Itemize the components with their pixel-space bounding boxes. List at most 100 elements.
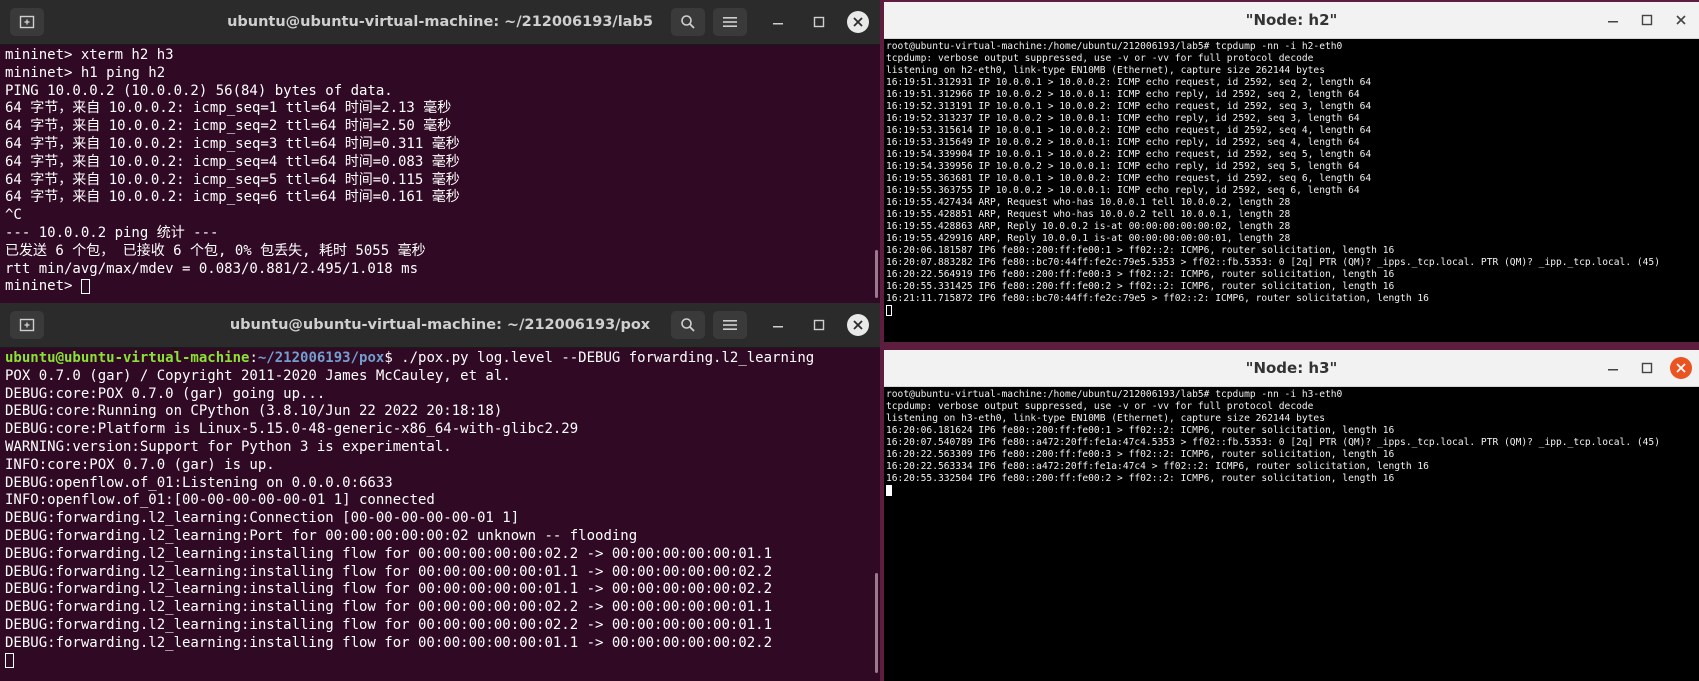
text-cursor [5, 653, 14, 669]
tcpdump-line: 16:20:06.181587 IP6 fe80::200:ff:fe00:1 … [886, 245, 1395, 256]
shell-command-line: ubuntu@ubuntu-virtual-machine:~/21200619… [5, 350, 875, 368]
output-line: 64 字节，来自 10.0.0.2: icmp_seq=2 ttl=64 时间=… [5, 118, 452, 135]
output-line: rtt min/avg/max/mdev = 0.083/0.881/2.495… [5, 260, 419, 277]
window-title: "Node: h3" [1245, 359, 1338, 377]
log-line: DEBUG:core:Running on CPython (3.8.10/Ju… [5, 403, 503, 420]
close-icon[interactable] [1670, 357, 1692, 379]
terminal-window-lab5[interactable]: ubuntu@ubuntu-virtual-machine: ~/2120061… [0, 0, 880, 304]
tcpdump-line: 16:19:51.312931 IP 10.0.0.1 > 10.0.0.2: … [886, 77, 1372, 88]
output-line: 64 字节，来自 10.0.0.2: icmp_seq=4 ttl=64 时间=… [5, 153, 460, 170]
tcpdump-line: root@ubuntu-virtual-machine:/home/ubuntu… [886, 41, 1343, 52]
tcpdump-line: 16:19:53.315614 IP 10.0.0.1 > 10.0.0.2: … [886, 125, 1372, 136]
cursor-line[interactable] [5, 653, 875, 671]
command-text: $ ./pox.py log.level --DEBUG forwarding.… [384, 350, 815, 366]
tcpdump-line: 16:20:55.331425 IP6 fe80::200:ff:fe00:2 … [886, 281, 1395, 292]
log-line: DEBUG:forwarding.l2_learning:Port for 00… [5, 527, 638, 544]
text-cursor [80, 278, 90, 294]
output-line: 64 字节，来自 10.0.0.2: icmp_seq=5 ttl=64 时间=… [5, 171, 460, 188]
tcpdump-line: 16:20:06.181624 IP6 fe80::200:ff:fe00:1 … [886, 425, 1395, 436]
tcpdump-line: 16:20:07.883282 IP6 fe80::bc70:44ff:fe2c… [886, 257, 1660, 268]
window-title: ubuntu@ubuntu-virtual-machine: ~/2120061… [227, 14, 653, 30]
maximize-icon[interactable] [808, 11, 830, 33]
output-line: 64 字节，来自 10.0.0.2: icmp_seq=3 ttl=64 时间=… [5, 135, 460, 152]
log-line: DEBUG:forwarding.l2_learning:installing … [5, 581, 773, 598]
close-icon[interactable] [847, 314, 869, 336]
cursor-line[interactable] [886, 305, 1697, 317]
log-line: DEBUG:forwarding.l2_learning:Connection … [5, 510, 520, 527]
terminal-window-pox[interactable]: ubuntu@ubuntu-virtual-machine: ~/2120061… [0, 303, 880, 681]
tcpdump-line: 16:20:55.332504 IP6 fe80::200:ff:fe00:2 … [886, 473, 1395, 484]
search-icon[interactable] [671, 8, 705, 36]
mininet-prompt: mininet> [5, 278, 81, 295]
xterm-window-h3[interactable]: "Node: h3" root@ubuntu-virtual-machine:/… [884, 350, 1699, 681]
tcpdump-line: 16:19:55.428851 ARP, Request who-has 10.… [886, 209, 1291, 220]
output-line: mininet> xterm h2 h3 [5, 47, 174, 63]
tcpdump-line: 16:19:52.313191 IP 10.0.0.1 > 10.0.0.2: … [886, 101, 1372, 112]
log-line: INFO:openflow.of_01:[00-00-00-00-00-01 1… [5, 492, 435, 509]
log-line: DEBUG:core:Platform is Linux-5.15.0-48-g… [5, 421, 579, 438]
log-line: DEBUG:forwarding.l2_learning:installing … [5, 599, 773, 616]
tcpdump-line: 16:20:22.563334 IP6 fe80::a472:20ff:fe1a… [886, 461, 1429, 472]
prompt-separator: : [249, 350, 258, 366]
cursor-line[interactable] [886, 485, 1697, 497]
terminal-output[interactable]: ubuntu@ubuntu-virtual-machine:~/21200619… [0, 348, 880, 681]
xterm-output[interactable]: root@ubuntu-virtual-machine:/home/ubuntu… [884, 387, 1699, 681]
search-icon[interactable] [671, 311, 705, 339]
tcpdump-line: tcpdump: verbose output suppressed, use … [886, 401, 1314, 412]
tcpdump-line: 16:19:53.315649 IP 10.0.0.2 > 10.0.0.1: … [886, 137, 1360, 148]
maximize-icon[interactable] [808, 314, 830, 336]
log-line: DEBUG:core:POX 0.7.0 (gar) going up... [5, 385, 326, 402]
tcpdump-line: 16:19:54.339904 IP 10.0.0.1 > 10.0.0.2: … [886, 149, 1372, 160]
tcpdump-line: root@ubuntu-virtual-machine:/home/ubuntu… [886, 389, 1343, 400]
log-line: INFO:core:POX 0.7.0 (gar) is up. [5, 456, 275, 473]
tcpdump-line: 16:19:55.363681 IP 10.0.0.1 > 10.0.0.2: … [886, 173, 1372, 184]
log-line: POX 0.7.0 (gar) / Copyright 2011-2020 Ja… [5, 367, 511, 384]
minimize-icon[interactable] [1602, 9, 1624, 31]
minimize-icon[interactable] [767, 11, 789, 33]
output-line: mininet> h1 ping h2 [5, 64, 166, 81]
hamburger-menu-icon[interactable] [713, 311, 747, 339]
tcpdump-line: 16:19:54.339956 IP 10.0.0.2 > 10.0.0.1: … [886, 161, 1360, 172]
output-line: PING 10.0.0.2 (10.0.0.2) 56(84) bytes of… [5, 82, 393, 99]
log-line: DEBUG:forwarding.l2_learning:installing … [5, 545, 773, 562]
xterm-titlebar[interactable]: "Node: h2" [884, 2, 1699, 39]
maximize-icon[interactable] [1636, 9, 1658, 31]
tcpdump-line: 16:19:55.363755 IP 10.0.0.2 > 10.0.0.1: … [886, 185, 1360, 196]
log-line: DEBUG:forwarding.l2_learning:installing … [5, 616, 773, 633]
terminal-titlebar[interactable]: ubuntu@ubuntu-virtual-machine: ~/2120061… [0, 0, 880, 45]
output-line: 已发送 6 个包， 已接收 6 个包, 0% 包丢失, 耗时 5055 毫秒 [5, 242, 426, 259]
xterm-window-h2[interactable]: "Node: h2" root@ubuntu-virtual-machine:/… [884, 2, 1699, 342]
output-line: 64 字节，来自 10.0.0.2: icmp_seq=1 ttl=64 时间=… [5, 100, 452, 117]
tcpdump-line: tcpdump: verbose output suppressed, use … [886, 53, 1314, 64]
xterm-titlebar[interactable]: "Node: h3" [884, 350, 1699, 387]
tcpdump-line: 16:20:22.563309 IP6 fe80::200:ff:fe00:3 … [886, 449, 1395, 460]
close-icon[interactable] [1670, 9, 1692, 31]
minimize-icon[interactable] [767, 314, 789, 336]
prompt-user: ubuntu@ubuntu-virtual-machine [5, 350, 250, 366]
tcpdump-line: 16:20:22.564919 IP6 fe80::200:ff:fe00:3 … [886, 269, 1395, 280]
text-cursor [886, 485, 892, 496]
tcpdump-line: listening on h2-eth0, link-type EN10MB (… [886, 65, 1325, 76]
output-line: ^C [5, 207, 22, 224]
tcpdump-line: 16:20:07.540789 IP6 fe80::a472:20ff:fe1a… [886, 437, 1660, 448]
terminal-output[interactable]: mininet> xterm h2 h3 mininet> h1 ping h2 P… [0, 45, 880, 304]
terminal-titlebar[interactable]: ubuntu@ubuntu-virtual-machine: ~/2120061… [0, 303, 880, 348]
hamburger-menu-icon[interactable] [713, 8, 747, 36]
text-cursor [886, 305, 892, 316]
tcpdump-line: 16:19:55.427434 ARP, Request who-has 10.… [886, 197, 1291, 208]
tcpdump-line: 16:19:55.428863 ARP, Reply 10.0.0.2 is-a… [886, 221, 1291, 232]
log-line: DEBUG:forwarding.l2_learning:installing … [5, 563, 773, 580]
scrollbar[interactable] [875, 250, 878, 298]
tcpdump-line: 16:19:52.313237 IP 10.0.0.2 > 10.0.0.1: … [886, 113, 1360, 124]
close-icon[interactable] [847, 11, 869, 33]
tcpdump-line: listening on h3-eth0, link-type EN10MB (… [886, 413, 1325, 424]
minimize-icon[interactable] [1602, 357, 1624, 379]
prompt-path: ~/212006193/pox [257, 350, 385, 366]
prompt-line[interactable]: mininet> [5, 278, 875, 296]
xterm-output[interactable]: root@ubuntu-virtual-machine:/home/ubuntu… [884, 39, 1699, 342]
window-title: "Node: h2" [1245, 11, 1338, 29]
maximize-icon[interactable] [1636, 357, 1658, 379]
output-line: 64 字节，来自 10.0.0.2: icmp_seq=6 ttl=64 时间=… [5, 189, 460, 206]
log-line: DEBUG:forwarding.l2_learning:installing … [5, 634, 773, 651]
scrollbar[interactable] [875, 573, 878, 673]
